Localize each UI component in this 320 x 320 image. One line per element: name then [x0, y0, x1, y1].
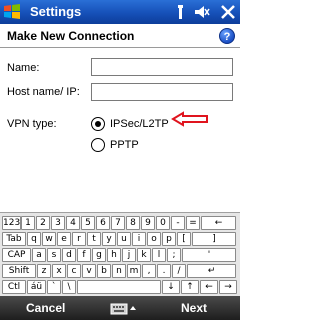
- radio-pptp[interactable]: [91, 138, 105, 152]
- key-home-5[interactable]: g: [92, 248, 106, 262]
- key-shift-1[interactable]: z: [37, 264, 51, 278]
- key-num-7[interactable]: 7: [111, 216, 125, 230]
- volume-icon[interactable]: [194, 3, 210, 21]
- app-title: Settings: [30, 4, 82, 19]
- key-num-8[interactable]: 8: [126, 216, 140, 230]
- close-icon[interactable]: [219, 3, 237, 21]
- key-shift-0[interactable]: Shift: [2, 264, 36, 278]
- radio-ipsec-label[interactable]: IPSec/L2TP: [110, 118, 169, 130]
- key-shift-6[interactable]: n: [112, 264, 126, 278]
- key-home-4[interactable]: f: [77, 248, 91, 262]
- vpn-type-label: VPN type:: [7, 118, 57, 130]
- key-home-9[interactable]: l: [152, 248, 166, 262]
- key-shift-3[interactable]: c: [67, 264, 81, 278]
- key-top-5[interactable]: t: [87, 232, 101, 246]
- key-bottom-6[interactable]: ↑: [181, 280, 199, 294]
- key-bottom-4[interactable]: [77, 280, 161, 294]
- key-top-1[interactable]: q: [27, 232, 41, 246]
- key-bottom-8[interactable]: →: [219, 280, 237, 294]
- help-icon[interactable]: ?: [219, 28, 235, 44]
- key-bottom-5[interactable]: ↓: [162, 280, 180, 294]
- host-label: Host name/ IP:: [7, 86, 80, 98]
- key-top-6[interactable]: y: [102, 232, 116, 246]
- key-bottom-7[interactable]: ←: [200, 280, 218, 294]
- key-home-7[interactable]: j: [122, 248, 136, 262]
- annotation-arrow-icon: [171, 111, 208, 127]
- signal-icon[interactable]: [173, 3, 187, 21]
- key-num-3[interactable]: 3: [51, 216, 65, 230]
- key-shift-7[interactable]: m: [127, 264, 141, 278]
- key-top-12[interactable]: ]: [192, 232, 236, 246]
- keyboard-icon[interactable]: [110, 301, 136, 315]
- key-top-7[interactable]: u: [117, 232, 131, 246]
- page-title: Make New Connection: [7, 29, 135, 43]
- key-home-6[interactable]: h: [107, 248, 121, 262]
- page-header: Make New Connection ?: [0, 24, 240, 48]
- key-shift-9[interactable]: .: [157, 264, 171, 278]
- key-home-8[interactable]: k: [137, 248, 151, 262]
- key-num-12[interactable]: =: [186, 216, 200, 230]
- key-shift-10[interactable]: /: [172, 264, 186, 278]
- radio-pptp-label[interactable]: PPTP: [110, 139, 139, 151]
- key-top-2[interactable]: w: [42, 232, 56, 246]
- key-top-11[interactable]: [: [177, 232, 191, 246]
- key-shift-11[interactable]: ↵: [187, 264, 236, 278]
- key-num-5[interactable]: 5: [81, 216, 95, 230]
- key-home-2[interactable]: s: [47, 248, 61, 262]
- soft-keyboard: 123 1 2 3 4 5 6 7 8 9 0- = ← Tab q w e r t y u i o p[] CAP a s d f g h…: [0, 212, 240, 296]
- key-shift-8[interactable]: ,: [142, 264, 156, 278]
- key-top-4[interactable]: r: [72, 232, 86, 246]
- windows-start-icon[interactable]: [3, 3, 21, 21]
- key-num-11[interactable]: -: [171, 216, 185, 230]
- key-top-3[interactable]: e: [57, 232, 71, 246]
- key-home-1[interactable]: a: [32, 248, 46, 262]
- radio-ipsec[interactable]: [91, 117, 105, 131]
- key-num-0[interactable]: 123: [2, 216, 21, 230]
- key-shift-2[interactable]: x: [52, 264, 66, 278]
- softkey-bar: Cancel Next: [0, 296, 240, 320]
- key-num-10[interactable]: 0: [156, 216, 170, 230]
- key-top-10[interactable]: p: [162, 232, 176, 246]
- key-home-0[interactable]: CAP: [2, 248, 31, 262]
- key-bottom-1[interactable]: áü: [27, 280, 46, 294]
- key-shift-4[interactable]: v: [82, 264, 96, 278]
- key-home-10[interactable]: ;: [167, 248, 181, 262]
- key-top-8[interactable]: i: [132, 232, 146, 246]
- key-home-11[interactable]: ': [182, 248, 236, 262]
- key-num-9[interactable]: 9: [141, 216, 155, 230]
- key-bottom-2[interactable]: `: [47, 280, 61, 294]
- key-bottom-3[interactable]: \: [62, 280, 76, 294]
- name-field[interactable]: [91, 58, 233, 76]
- key-shift-5[interactable]: b: [97, 264, 111, 278]
- title-bar: Settings: [0, 0, 240, 24]
- key-num-13[interactable]: ←: [201, 216, 236, 230]
- key-num-6[interactable]: 6: [96, 216, 110, 230]
- cancel-button[interactable]: Cancel: [26, 301, 65, 315]
- key-num-1[interactable]: 1: [21, 216, 35, 230]
- key-bottom-0[interactable]: Ctl: [2, 280, 26, 294]
- key-top-9[interactable]: o: [147, 232, 161, 246]
- name-label: Name:: [7, 62, 40, 74]
- host-field[interactable]: [91, 83, 233, 101]
- key-num-2[interactable]: 2: [36, 216, 50, 230]
- next-button[interactable]: Next: [181, 301, 207, 315]
- key-num-4[interactable]: 4: [66, 216, 80, 230]
- key-top-0[interactable]: Tab: [2, 232, 26, 246]
- key-home-3[interactable]: d: [62, 248, 76, 262]
